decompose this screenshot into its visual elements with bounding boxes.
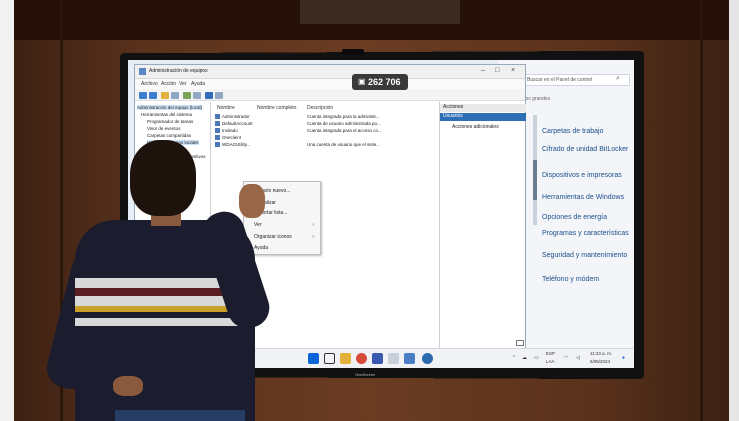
clock-time[interactable]: 11:23 a. m. xyxy=(590,351,612,356)
folder-icon[interactable] xyxy=(161,92,169,99)
left-frame-edge xyxy=(0,0,14,421)
user-description: Cuenta integrada para el acceso co... xyxy=(307,128,382,133)
toolbar xyxy=(135,89,525,101)
cp-item-work-folders[interactable]: Carpetas de trabajo xyxy=(542,128,630,136)
console-icon[interactable] xyxy=(171,92,179,99)
user-name: Administrador xyxy=(222,114,250,119)
volume-icon[interactable]: ◁ xyxy=(576,355,580,361)
person-left-hand xyxy=(113,376,143,396)
user-name: DefaultAccount xyxy=(222,121,253,126)
cp-item-programs[interactable]: Programas y características xyxy=(542,230,630,238)
scrollbar-thumb[interactable] xyxy=(533,160,537,200)
badge-value: 262 706 xyxy=(368,77,401,87)
forward-icon[interactable] xyxy=(149,92,157,99)
webcam xyxy=(342,49,364,55)
chevron-up-icon[interactable]: ⌃ xyxy=(512,355,516,361)
cp-item-security[interactable]: Seguridad y mantenimiento xyxy=(542,252,630,260)
user-icon xyxy=(215,114,220,120)
window-title: Administración de equipos xyxy=(149,68,208,74)
network-icon[interactable] xyxy=(422,353,433,364)
close-icon[interactable]: × xyxy=(511,67,515,74)
column-description[interactable]: Descripción xyxy=(307,105,333,111)
actions-selected[interactable]: Usuarios xyxy=(440,113,526,121)
wifi-icon[interactable]: ◠ xyxy=(564,355,568,361)
control-panel-search[interactable]: Buscar en el Panel de control xyxy=(512,74,630,86)
help-icon[interactable] xyxy=(205,92,213,99)
ceiling-light xyxy=(300,0,460,24)
cp-item-phone-modem[interactable]: Teléfono y módem xyxy=(542,276,630,284)
menu-help[interactable]: Ayuda xyxy=(191,81,205,87)
minimize-icon[interactable]: – xyxy=(481,67,485,74)
title-bar[interactable]: Administración de equipos – □ × xyxy=(135,65,525,79)
language-code[interactable]: ESP xyxy=(546,351,555,356)
app-icon xyxy=(139,68,146,75)
more-actions[interactable]: Acciones adicionales xyxy=(452,124,499,130)
tree-item-event-viewer[interactable]: Visor de eventos xyxy=(147,126,180,131)
table-row[interactable]: Administrador xyxy=(215,114,250,120)
clock-date[interactable]: 6/05/2024 xyxy=(590,359,610,364)
menu-action[interactable]: Acción xyxy=(161,81,176,87)
export-icon[interactable] xyxy=(193,92,201,99)
sweater-stripe xyxy=(75,318,255,326)
search-icon[interactable]: ⌕ xyxy=(616,75,620,83)
person-head xyxy=(130,140,196,216)
user-description: Una cuenta de usuario que el siste... xyxy=(307,142,381,147)
cp-item-windows-tools[interactable]: Herramientas de Windows xyxy=(542,194,630,202)
cloud-icon[interactable]: ☁ xyxy=(522,355,527,361)
refresh-icon[interactable] xyxy=(183,92,191,99)
table-row[interactable]: Invitado xyxy=(215,128,238,134)
table-row[interactable]: DefaultAccount xyxy=(215,121,253,127)
cp-item-bitlocker[interactable]: Cifrado de unidad BitLocker xyxy=(542,146,630,154)
menu-view[interactable]: Ver xyxy=(179,81,187,87)
overlay-badge: ▣ 262 706 xyxy=(352,74,408,90)
wall-panel-line xyxy=(700,0,703,421)
back-icon[interactable] xyxy=(139,92,147,99)
user-description: Cuenta integrada para la administr... xyxy=(307,114,380,119)
user-icon xyxy=(215,128,220,134)
file-explorer-icon[interactable] xyxy=(340,353,351,364)
cp-item-power-options[interactable]: Opciones de energía xyxy=(542,214,630,222)
cp-item-devices-printers[interactable]: Dispositivos e impresoras xyxy=(542,172,630,180)
tree-item-shared-folders[interactable]: Carpetas compartidas xyxy=(147,133,191,138)
photos-icon[interactable] xyxy=(404,353,415,364)
column-full-name[interactable]: Nombre completo xyxy=(257,105,296,111)
properties-icon[interactable] xyxy=(215,92,223,99)
menu-file[interactable]: Archivo xyxy=(141,81,158,87)
person-hand xyxy=(239,184,265,218)
chrome-icon[interactable] xyxy=(356,353,367,364)
person xyxy=(42,140,315,421)
keyboard-icon[interactable]: ▭ xyxy=(534,355,539,361)
user-icon xyxy=(215,121,220,127)
person-jeans xyxy=(115,410,245,421)
camera-icon: ▣ xyxy=(358,77,366,86)
actions-header: Acciones xyxy=(440,104,526,112)
user-name: Invitado xyxy=(222,128,238,133)
store-icon[interactable] xyxy=(372,353,383,364)
notification-icon[interactable]: ● xyxy=(622,355,625,361)
right-frame-edge xyxy=(729,0,739,421)
restore-icon[interactable] xyxy=(516,340,524,346)
actions-pane: Acciones Usuarios Acciones adicionales xyxy=(439,102,526,350)
column-name[interactable]: Nombre xyxy=(217,105,235,111)
language-sub: LAA xyxy=(546,359,555,364)
tree-item-system-tools[interactable]: Herramientas del sistema xyxy=(141,112,192,117)
search-placeholder: Buscar en el Panel de control xyxy=(527,77,593,83)
tree-item-root[interactable]: Administración del equipo (local) xyxy=(137,105,203,110)
maximize-icon[interactable]: □ xyxy=(495,67,499,74)
menu-bar: Archivo Acción Ver Ayuda xyxy=(135,79,525,89)
search-icon[interactable] xyxy=(324,353,335,364)
notepad-icon[interactable] xyxy=(388,353,399,364)
user-description: Cuenta de usuario administrada po... xyxy=(307,121,381,126)
monitor-brand: OneScreen xyxy=(355,372,376,377)
tree-item-task-scheduler[interactable]: Programador de tareas xyxy=(147,119,193,124)
